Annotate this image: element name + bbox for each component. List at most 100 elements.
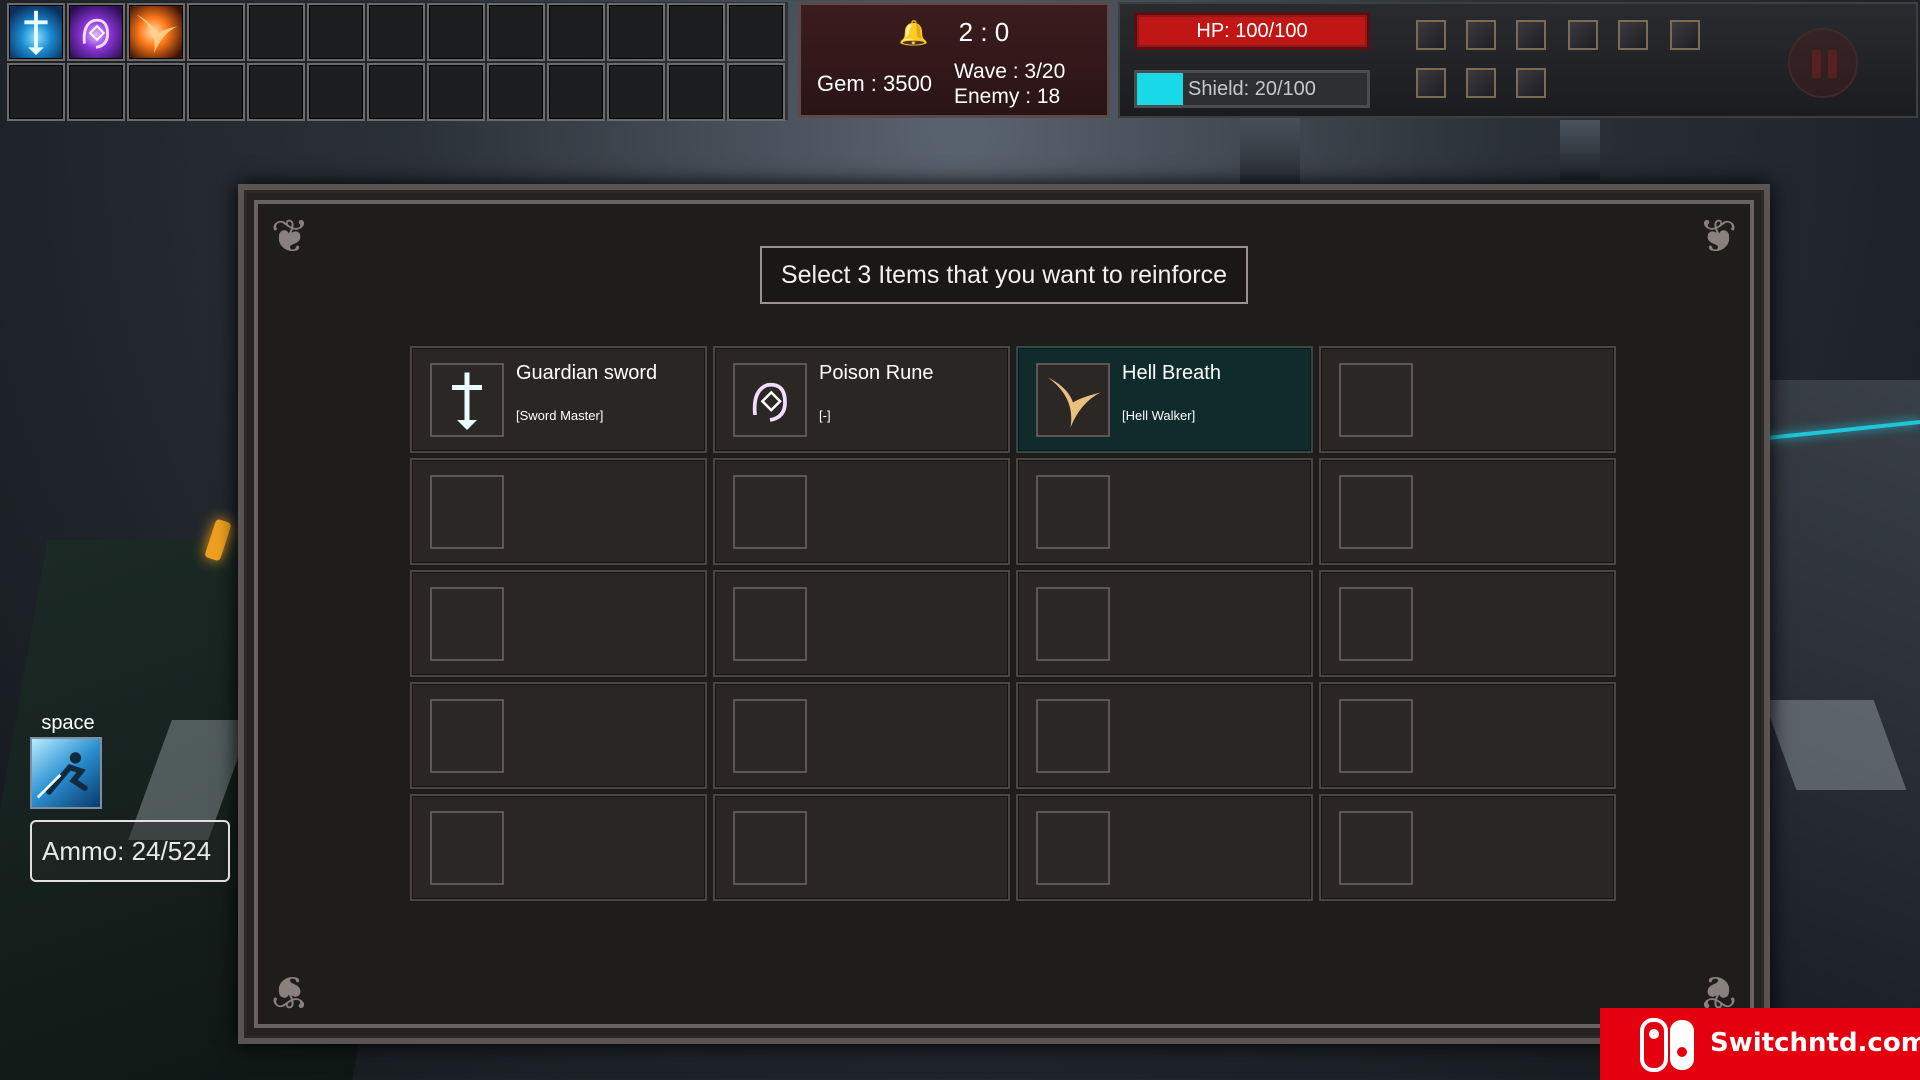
buff-slot: [1466, 68, 1496, 98]
inventory-slot-empty[interactable]: [307, 63, 365, 121]
inventory-slot-empty[interactable]: [7, 63, 65, 121]
empty-item-slot: [733, 587, 807, 661]
inventory-slot-empty[interactable]: [727, 63, 785, 121]
score-display: 🔔 2 : 0: [801, 17, 1107, 48]
inventory-slot-empty[interactable]: [307, 3, 365, 61]
inventory-slot-empty[interactable]: [367, 3, 425, 61]
item-card[interactable]: Hell Breath [Hell Walker]: [1016, 346, 1313, 453]
empty-item-slot: [1339, 363, 1413, 437]
item-tag: [-]: [819, 408, 831, 423]
inventory-slot-empty[interactable]: [667, 63, 725, 121]
item-card[interactable]: Poison Rune [-]: [713, 346, 1010, 453]
inventory-slot-empty[interactable]: [127, 63, 185, 121]
inventory-slot-empty[interactable]: [487, 3, 545, 61]
ammo-counter: Ammo: 24/524: [30, 820, 230, 882]
empty-item-slot: [430, 811, 504, 885]
guardian-sword-icon: [430, 363, 504, 437]
shield-bar: Shield: 20/100: [1134, 70, 1370, 108]
empty-item-slot: [430, 475, 504, 549]
item-card-empty[interactable]: [1319, 458, 1616, 565]
hell-breath-icon: [1036, 363, 1110, 437]
inventory-slot-empty[interactable]: [487, 63, 545, 121]
empty-item-slot: [1036, 811, 1110, 885]
inventory-slot-empty[interactable]: [427, 3, 485, 61]
empty-item-slot: [1036, 587, 1110, 661]
hp-text: HP: 100/100: [1196, 20, 1308, 42]
item-card-empty[interactable]: [410, 794, 707, 901]
watermark-text: Switchntd.com: [1710, 1028, 1920, 1058]
item-card-empty[interactable]: [410, 682, 707, 789]
hp-bar: HP: 100/100: [1134, 12, 1370, 50]
inventory-slot-empty[interactable]: [547, 63, 605, 121]
shield-text: Shield: 20/100: [1188, 78, 1316, 100]
item-card-empty[interactable]: [713, 682, 1010, 789]
skill-key-label: space: [41, 712, 95, 734]
item-card-empty[interactable]: [713, 570, 1010, 677]
item-name: Hell Breath: [1122, 362, 1221, 384]
buff-slot: [1568, 20, 1598, 50]
empty-item-slot: [430, 699, 504, 773]
poison-rune-inventory-icon[interactable]: [67, 3, 125, 61]
inventory-bar: [6, 2, 788, 121]
item-card-empty[interactable]: [1319, 346, 1616, 453]
inventory-slot-empty[interactable]: [247, 3, 305, 61]
inventory-slot-empty[interactable]: [547, 3, 605, 61]
dash-skill: space: [30, 712, 106, 809]
ornament-corner-icon: ❦: [270, 210, 310, 262]
hell-breath-inventory-icon[interactable]: [127, 3, 185, 61]
pause-icon[interactable]: [1788, 28, 1858, 98]
item-tag: [Hell Walker]: [1122, 408, 1196, 423]
reinforce-dialog: ❦ ❦ ❦ ❦ Select 3 Items that you want to …: [238, 184, 1770, 1044]
empty-item-slot: [430, 587, 504, 661]
item-name: Poison Rune: [819, 362, 934, 384]
item-card-empty[interactable]: [713, 458, 1010, 565]
item-card-empty[interactable]: [1319, 794, 1616, 901]
switch-logo-icon: [1640, 1018, 1694, 1072]
inventory-slot-empty[interactable]: [367, 63, 425, 121]
buff-slot: [1670, 20, 1700, 50]
inventory-slot-empty[interactable]: [247, 63, 305, 121]
inventory-slot-empty[interactable]: [607, 3, 665, 61]
poison-rune-icon: [733, 363, 807, 437]
inventory-slot-empty[interactable]: [727, 3, 785, 61]
empty-item-slot: [733, 475, 807, 549]
vitals-panel: HP: 100/100 Shield: 20/100: [1118, 2, 1918, 118]
item-card-empty[interactable]: [1016, 458, 1313, 565]
ornament-corner-icon: ❦: [1698, 210, 1738, 262]
pillar: [1560, 120, 1600, 180]
bell-icon: 🔔: [898, 20, 929, 47]
buff-slot: [1416, 68, 1446, 98]
buff-slot: [1416, 20, 1446, 50]
inventory-slot-empty[interactable]: [607, 63, 665, 121]
item-card-empty[interactable]: [713, 794, 1010, 901]
inventory-slot-empty[interactable]: [187, 3, 245, 61]
empty-item-slot: [1036, 699, 1110, 773]
item-name: Guardian sword: [516, 362, 658, 384]
inventory-slot-empty[interactable]: [427, 63, 485, 121]
inventory-slot-empty[interactable]: [67, 63, 125, 121]
item-card-empty[interactable]: [1016, 794, 1313, 901]
item-card-empty[interactable]: [1016, 570, 1313, 677]
item-card-empty[interactable]: [1319, 570, 1616, 677]
enemy-counter: Enemy : 18: [954, 85, 1061, 108]
buff-slot: [1516, 68, 1546, 98]
item-card[interactable]: Guardian sword [Sword Master]: [410, 346, 707, 453]
dash-skill-icon: [30, 737, 102, 809]
stats-panel: 🔔 2 : 0 Gem : 3500 Wave : 3/20 Enemy : 18: [798, 2, 1110, 118]
ornament-corner-icon: ❦: [270, 966, 310, 1018]
buff-slot: [1618, 20, 1648, 50]
buff-slot: [1466, 20, 1496, 50]
item-tag: [Sword Master]: [516, 408, 604, 423]
buff-slot: [1516, 20, 1546, 50]
item-card-empty[interactable]: [1016, 682, 1313, 789]
empty-item-slot: [733, 699, 807, 773]
wave-counter: Wave : 3/20: [954, 60, 1066, 83]
inventory-slot-empty[interactable]: [187, 63, 245, 121]
item-grid: Guardian sword [Sword Master] Poison Rune […: [410, 346, 1616, 902]
item-card-empty[interactable]: [410, 458, 707, 565]
item-card-empty[interactable]: [410, 570, 707, 677]
guardian-sword-inventory-icon[interactable]: [7, 3, 65, 61]
inventory-slot-empty[interactable]: [667, 3, 725, 61]
item-card-empty[interactable]: [1319, 682, 1616, 789]
score-text: 2 : 0: [958, 17, 1010, 47]
